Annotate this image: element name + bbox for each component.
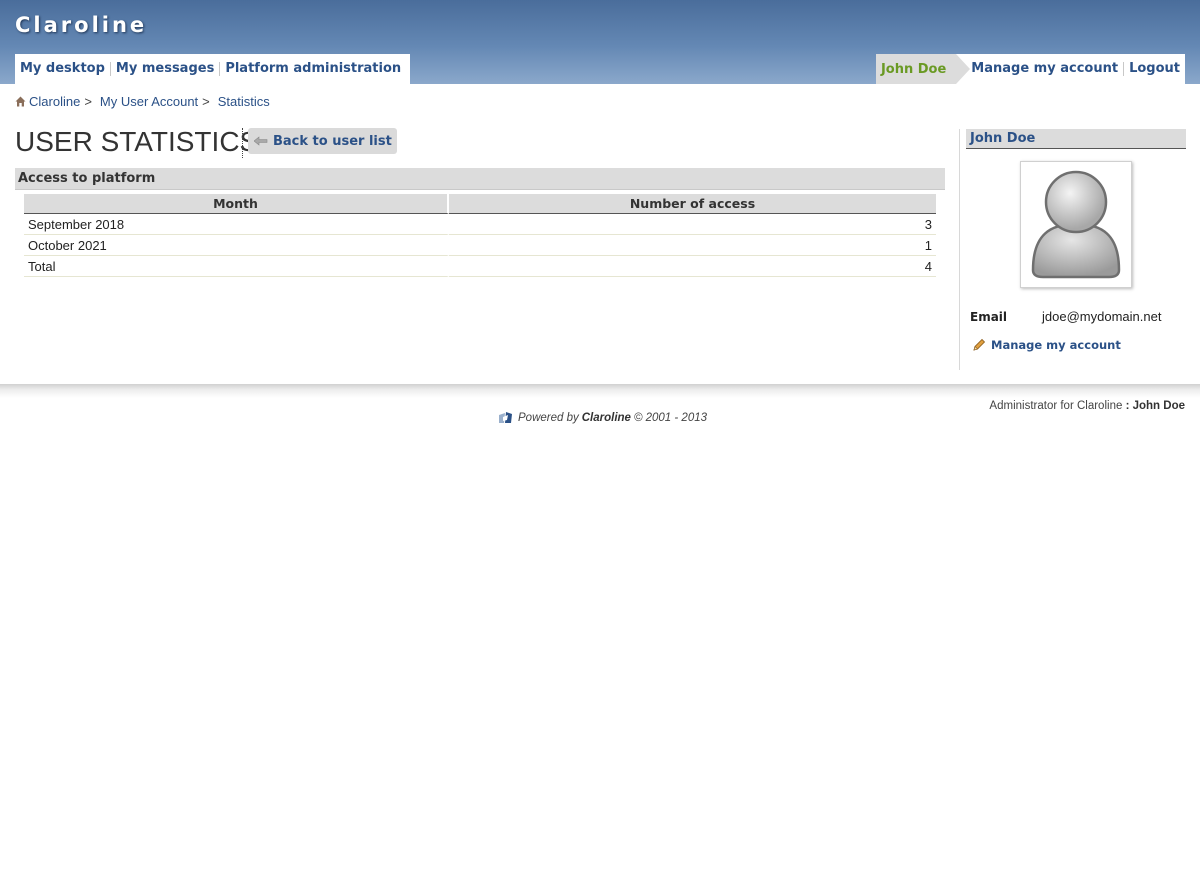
- title-divider: [242, 128, 243, 158]
- month-cell: October 2021: [24, 235, 449, 256]
- brand-logo[interactable]: Claroline: [15, 13, 147, 37]
- access-count-cell: 3: [449, 214, 936, 235]
- access-table: Month Number of access September 2018 3 …: [24, 194, 936, 277]
- admin-name[interactable]: John Doe: [1133, 400, 1185, 412]
- powered-brand[interactable]: Claroline: [582, 412, 631, 424]
- section-title: Access to platform: [18, 171, 156, 186]
- breadcrumb-statistics[interactable]: Statistics: [218, 94, 270, 109]
- breadcrumb-my-user-account[interactable]: My User Account: [100, 94, 198, 109]
- powered-suffix: © 2001 - 2013: [633, 412, 708, 424]
- admin-prefix: Administrator for Claroline: [989, 400, 1123, 412]
- admin-separator: :: [1125, 400, 1130, 412]
- column-header-month: Month: [24, 194, 449, 214]
- current-user-tab: John Doe: [875, 54, 971, 84]
- nav-logout[interactable]: Logout: [1124, 62, 1185, 76]
- nav-my-desktop[interactable]: My desktop: [15, 62, 110, 76]
- breadcrumb-claroline[interactable]: Claroline: [29, 94, 80, 109]
- avatar: [1020, 161, 1132, 288]
- home-icon: [15, 96, 26, 107]
- nav-platform-administration[interactable]: Platform administration: [220, 62, 406, 76]
- total-count-cell: 4: [449, 256, 936, 277]
- page-title: USER STATISTICS: [15, 126, 259, 157]
- back-button-label: Back to user list: [273, 133, 392, 149]
- table-row: Total 4: [24, 256, 936, 277]
- main-nav: My desktop My messages Platform administ…: [15, 54, 411, 84]
- nav-manage-my-account[interactable]: Manage my account: [966, 62, 1123, 76]
- manage-my-account-link[interactable]: Manage my account: [972, 338, 1121, 352]
- header: Claroline My desktop My messages Platfor…: [0, 0, 1200, 84]
- breadcrumb: Claroline > My User Account > Statistics: [15, 94, 270, 109]
- avatar-icon: [1031, 170, 1121, 279]
- month-cell: September 2018: [24, 214, 449, 235]
- section-header: Access to platform: [15, 168, 945, 190]
- user-profile-panel: John Doe Email jdoe@mydomain.net Manage …: [959, 129, 1186, 370]
- email-label: Email: [970, 310, 1008, 324]
- table-row: October 2021 1: [24, 235, 936, 256]
- nav-my-messages[interactable]: My messages: [111, 62, 219, 76]
- powered-by: Powered by Claroline © 2001 - 2013: [498, 411, 707, 425]
- column-header-number-of-access: Number of access: [449, 194, 936, 214]
- back-arrow-icon: [254, 136, 268, 146]
- breadcrumb-separator: >: [202, 94, 210, 109]
- pencil-icon: [973, 338, 986, 351]
- back-to-user-list-button[interactable]: Back to user list: [248, 128, 397, 154]
- powered-prefix: Powered by: [518, 412, 579, 424]
- claroline-logo-icon: [499, 412, 512, 423]
- user-nav: John Doe Manage my account Logout: [875, 54, 1185, 84]
- current-user-name: John Doe: [880, 61, 947, 77]
- table-row: September 2018 3: [24, 214, 936, 235]
- footer-bar: [0, 384, 1200, 398]
- access-count-cell: 1: [449, 235, 936, 256]
- profile-name: John Doe: [970, 131, 1036, 146]
- profile-header: John Doe: [966, 129, 1186, 149]
- email-value: jdoe@mydomain.net: [1042, 309, 1162, 324]
- manage-my-account-label: Manage my account: [991, 338, 1121, 352]
- total-label-cell: Total: [24, 256, 449, 277]
- footer-admin: Administrator for Claroline : John Doe: [989, 400, 1185, 412]
- table-header-row: Month Number of access: [24, 194, 936, 214]
- breadcrumb-separator: >: [84, 94, 92, 109]
